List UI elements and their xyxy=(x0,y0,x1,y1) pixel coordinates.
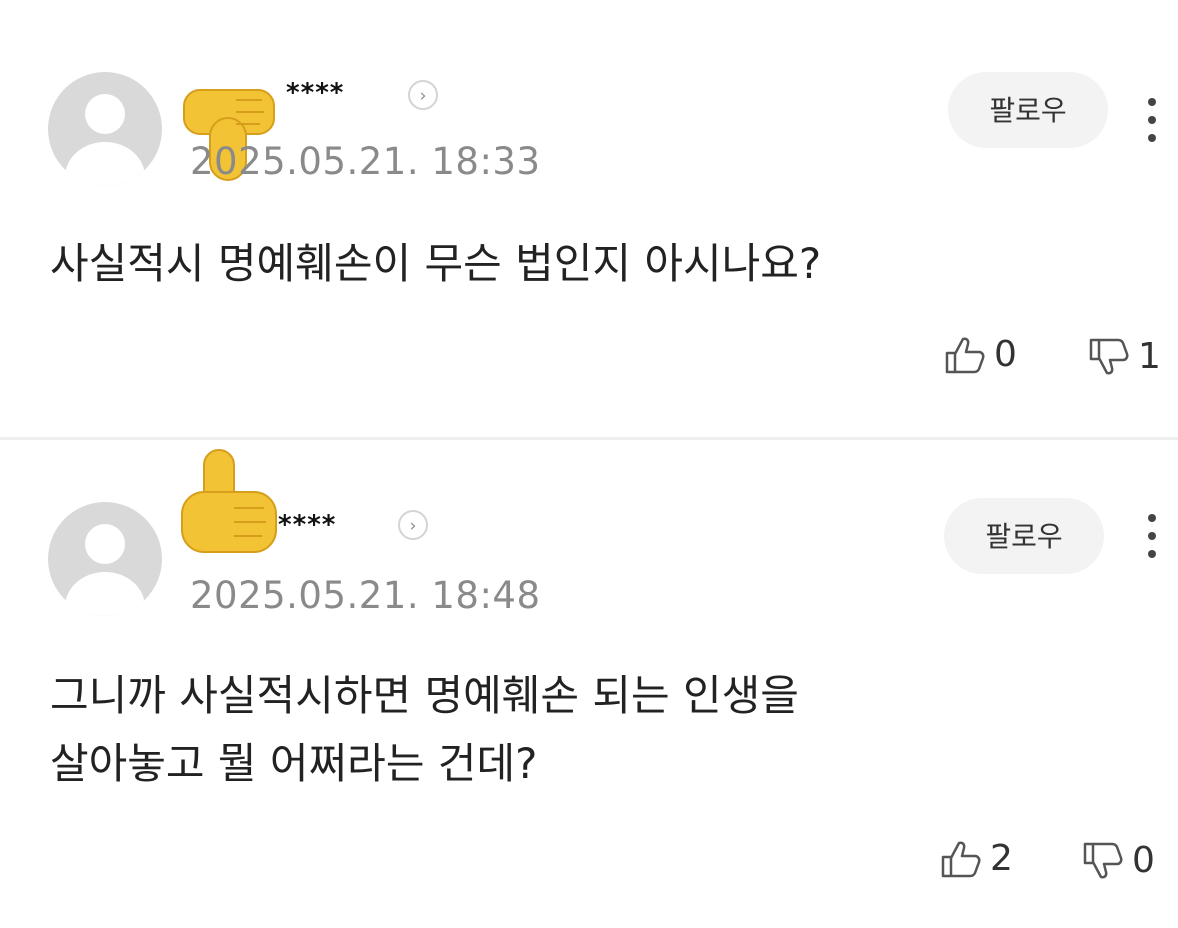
like-button[interactable]: 2 xyxy=(940,838,1013,879)
comment-text-line-1: 그니까 사실적시하면 명예훼손 되는 인생을 xyxy=(50,671,799,720)
thumbs-down-outline-icon xyxy=(1083,842,1123,878)
vertical-dots-icon[interactable] xyxy=(1142,98,1162,152)
chevron-right-icon[interactable]: › xyxy=(398,510,428,540)
comment-text-line-2: 살아놓고 뭘 어쩌라는 건데? xyxy=(50,739,538,788)
follow-button[interactable]: 팔로우 xyxy=(944,498,1104,574)
thumbs-up-emoji xyxy=(181,449,277,553)
username[interactable]: **** xyxy=(286,78,344,108)
dislike-button[interactable]: 0 xyxy=(1082,840,1155,881)
thumbs-up-outline-icon xyxy=(941,841,981,877)
like-button[interactable]: 0 xyxy=(944,334,1017,375)
avatar-head xyxy=(85,94,125,134)
comment-text: 사실적시 명예훼손이 무슨 법인지 아시나요? xyxy=(50,239,822,288)
dislike-count: 0 xyxy=(1132,840,1155,881)
comment-1: **** › 2025.05.21. 18:33 팔로우 사실적시 명예훼손이 … xyxy=(0,0,1178,437)
avatar-shoulders xyxy=(65,142,145,186)
thumbs-down-outline-icon xyxy=(1089,338,1129,374)
dislike-count: 1 xyxy=(1138,336,1161,377)
like-count: 0 xyxy=(994,334,1017,375)
avatar[interactable] xyxy=(48,72,162,186)
chevron-right-icon[interactable]: › xyxy=(408,80,438,110)
follow-button[interactable]: 팔로우 xyxy=(948,72,1108,148)
like-count: 2 xyxy=(990,838,1013,879)
timestamp: 2025.05.21. 18:33 xyxy=(190,140,541,183)
timestamp: 2025.05.21. 18:48 xyxy=(190,574,541,617)
avatar-head xyxy=(85,524,125,564)
avatar[interactable] xyxy=(48,502,162,616)
username[interactable]: **** xyxy=(278,510,336,540)
thumbs-up-outline-icon xyxy=(945,337,985,373)
vertical-dots-icon[interactable] xyxy=(1142,514,1162,568)
dislike-button[interactable]: 1 xyxy=(1088,336,1161,377)
comment-2: **** › 2025.05.21. 18:48 팔로우 그니까 사실적시하면 … xyxy=(0,440,1178,928)
avatar-shoulders xyxy=(65,572,145,616)
